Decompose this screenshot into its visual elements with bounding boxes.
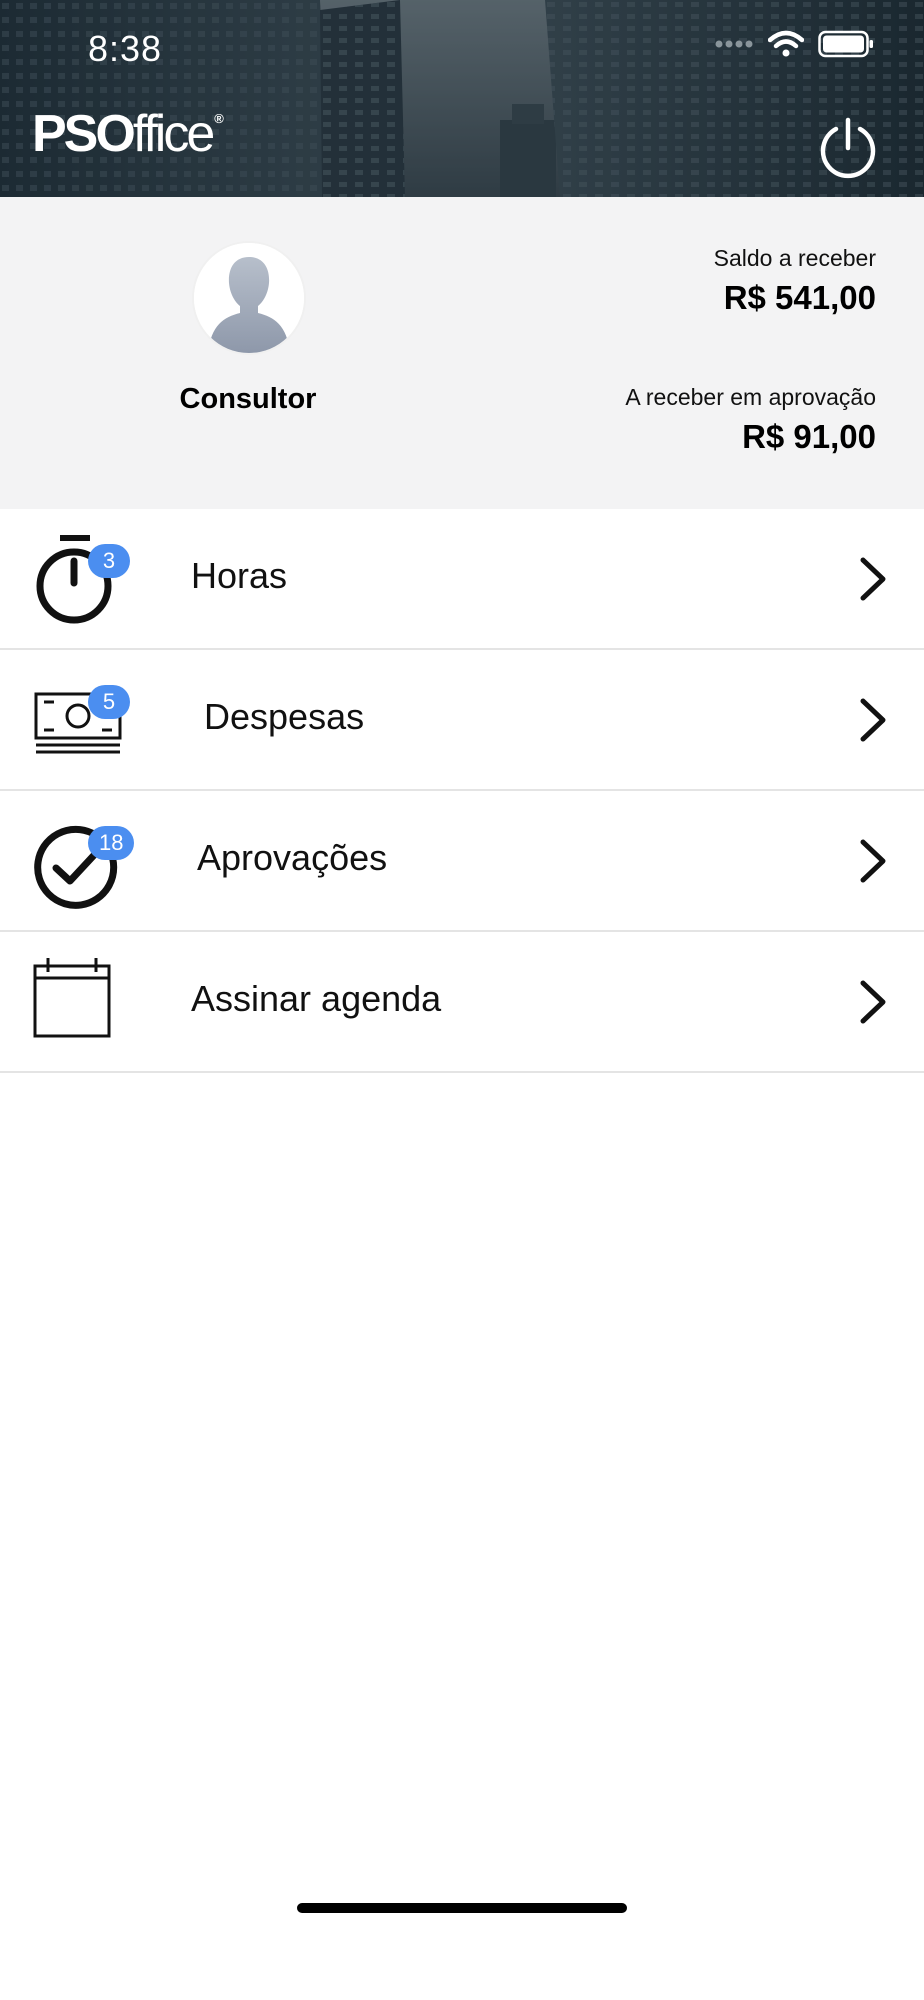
avatar[interactable] <box>194 243 304 353</box>
menu-icon-wrap <box>32 954 152 1054</box>
menu-icon-wrap: 18 <box>32 813 152 913</box>
despesas-badge: 5 <box>88 685 130 719</box>
main-menu: 3 Horas 5 Despesas 18 Aprovações Assinar… <box>0 509 924 1073</box>
user-name: Consultor <box>179 383 317 415</box>
profile-summary: Consultor Saldo a receber R$ 541,00 A re… <box>0 197 924 511</box>
menu-item-aprovacoes[interactable]: 18 Aprovações <box>0 791 924 932</box>
status-icons <box>714 30 874 58</box>
calendar-icon <box>33 958 111 1038</box>
stopwatch-icon <box>36 535 112 624</box>
logo-registered-mark: ® <box>214 111 224 126</box>
pending-balance-value: R$ 91,00 <box>742 418 876 455</box>
horas-badge: 3 <box>88 544 130 578</box>
menu-item-assinar-agenda[interactable]: Assinar agenda <box>0 932 924 1073</box>
chevron-right-icon <box>860 698 886 742</box>
psoffice-logo: PSOffice ® <box>32 108 224 160</box>
wifi-icon <box>768 30 804 57</box>
menu-label-horas: Horas <box>191 555 288 596</box>
signal-icon <box>715 40 753 48</box>
status-time: 8:38 <box>88 28 163 69</box>
chevron-right-icon <box>860 839 886 883</box>
chevron-right-icon <box>860 557 886 601</box>
money-icon <box>34 692 122 754</box>
menu-icon-wrap: 5 <box>32 672 152 772</box>
menu-item-horas[interactable]: 3 Horas <box>0 509 924 650</box>
menu-icon-wrap: 3 <box>32 531 152 631</box>
logout-button[interactable] <box>816 116 880 180</box>
balance-value: R$ 541,00 <box>723 279 876 316</box>
menu-label-assinar-agenda: Assinar agenda <box>191 978 442 1019</box>
aprovacoes-badge: 18 <box>88 826 135 860</box>
menu-label-aprovacoes: Aprovações <box>197 837 388 878</box>
app-header: 8:38 PSOffice ® <box>0 0 924 197</box>
menu-label-despesas: Despesas <box>204 696 365 737</box>
battery-icon <box>818 30 873 58</box>
power-icon <box>820 117 876 179</box>
chevron-right-icon <box>860 980 886 1024</box>
balance-label: Saldo a receber <box>713 245 876 271</box>
menu-item-despesas[interactable]: 5 Despesas <box>0 650 924 791</box>
user-silhouette-icon <box>194 243 304 353</box>
logo-bold: PSO <box>32 105 136 163</box>
logo-light: ffice <box>132 105 215 163</box>
pending-balance-label: A receber em aprovação <box>625 384 876 410</box>
home-indicator[interactable] <box>297 1903 627 1913</box>
check-circle-icon <box>34 825 118 909</box>
